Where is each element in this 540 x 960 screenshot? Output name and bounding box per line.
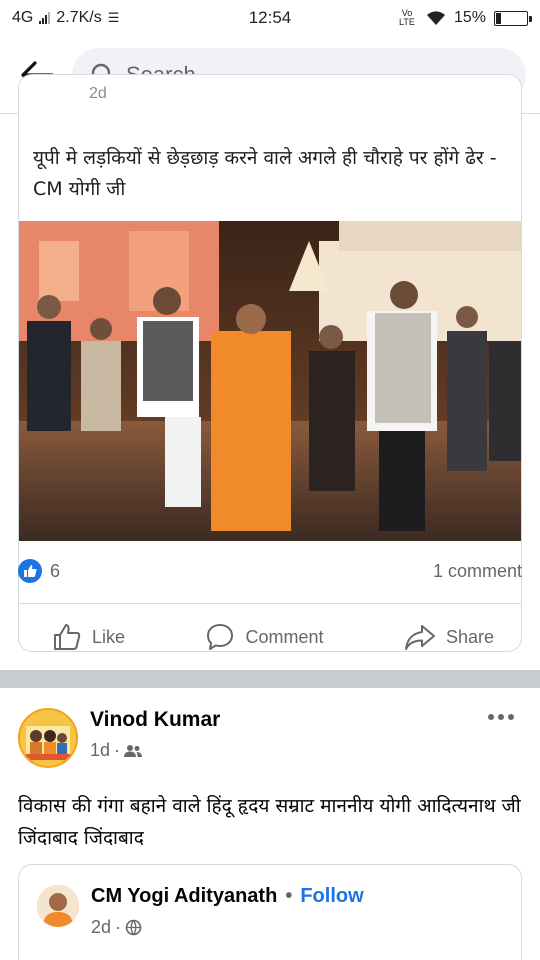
comment-count-link[interactable]: 1 comment xyxy=(433,561,522,582)
signal-icon xyxy=(39,12,51,24)
wifi-icon xyxy=(426,11,445,25)
post-meta: 1d · xyxy=(90,740,143,761)
page-avatar[interactable] xyxy=(37,885,79,927)
volte-label: Vo LTE xyxy=(399,8,415,27)
photo-illustration xyxy=(19,221,521,541)
data-speed: 2.7K/s xyxy=(56,9,102,26)
feed-separator xyxy=(0,670,540,688)
thumbs-up-icon xyxy=(54,624,81,650)
like-reaction-icon xyxy=(18,559,42,583)
globe-icon xyxy=(125,919,142,936)
share-label: Share xyxy=(445,626,494,647)
network-type: 4G xyxy=(12,9,34,26)
status-bar: 4G 2.7K/s ☰ 12:54 Vo LTE 15% xyxy=(0,0,540,36)
more-options-button[interactable] xyxy=(488,714,514,720)
friends-icon xyxy=(124,744,143,757)
comment-button[interactable]: Comment xyxy=(205,622,324,652)
like-button[interactable]: Like xyxy=(52,622,125,652)
shared-post-text: यूपी मे लड़कियों से छेड़छाड़ करने वाले अ… xyxy=(33,147,497,200)
feed-post: 2d यूपी मे लड़कियों से छेड़छाड़ करने वाल… xyxy=(0,74,540,670)
post-time: 1d xyxy=(90,740,111,760)
post-photo[interactable] xyxy=(19,221,521,541)
reaction-count: 6 xyxy=(50,560,61,581)
page-name[interactable]: CM Yogi Adityanath xyxy=(91,885,277,908)
comment-label: Comment xyxy=(245,626,324,647)
shared-page-header: CM Yogi Adityanath • Follow xyxy=(91,885,364,908)
like-label: Like xyxy=(92,626,126,647)
shared-post-meta: 2d · xyxy=(91,917,142,938)
battery-percent: 15% xyxy=(453,9,486,26)
share-button[interactable]: Share xyxy=(404,622,494,652)
post-actions: Like Comment Share xyxy=(18,614,522,660)
shared-post-card[interactable]: CM Yogi Adityanath • Follow 2d · xyxy=(18,864,522,960)
follow-button[interactable]: Follow xyxy=(300,885,363,908)
shared-post-time: 2d xyxy=(91,917,112,937)
comment-icon xyxy=(207,624,234,650)
share-icon xyxy=(404,625,435,650)
reaction-bar[interactable]: 6 1 comment xyxy=(18,556,522,586)
storage-icon: ☰ xyxy=(107,10,120,25)
divider xyxy=(18,603,522,604)
post-text: विकास की गंगा बहाने वाले हिंदू हृदय सम्र… xyxy=(18,795,521,849)
avatar[interactable] xyxy=(18,708,78,768)
author-name[interactable]: Vinod Kumar xyxy=(90,708,220,732)
separator-dot: • xyxy=(285,885,293,907)
feed-post: Vinod Kumar 1d · विकास की गंगा बहाने वाल… xyxy=(0,688,540,960)
shared-post-time: 2d xyxy=(89,85,107,102)
battery-icon xyxy=(494,10,532,26)
